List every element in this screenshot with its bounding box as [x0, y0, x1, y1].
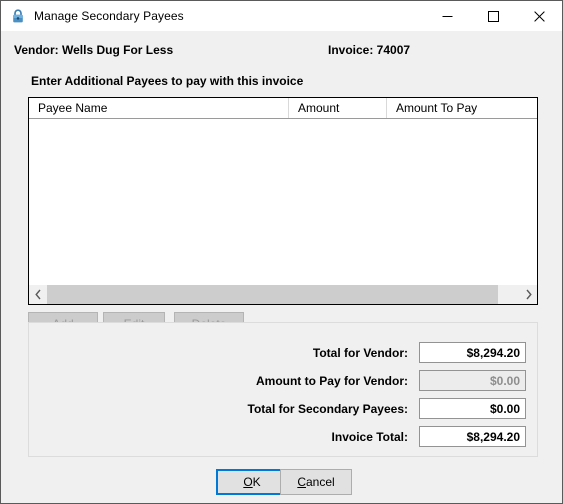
close-button[interactable]	[516, 1, 562, 31]
window-title: Manage Secondary Payees	[34, 9, 184, 23]
total-for-secondary-payees-field: $0.00	[419, 398, 526, 419]
chevron-left-icon	[34, 289, 41, 300]
scroll-left-button[interactable]	[29, 285, 47, 304]
total-row: Total for Secondary Payees: $0.00	[247, 398, 526, 419]
payees-list[interactable]: Payee Name Amount Amount To Pay	[28, 97, 538, 305]
scrollbar-thumb[interactable]	[47, 285, 498, 304]
ok-button[interactable]: OK	[216, 469, 288, 495]
horizontal-scrollbar[interactable]	[29, 285, 537, 304]
cancel-button-label: Cancel	[297, 475, 335, 489]
total-row: Amount to Pay for Vendor: $0.00	[256, 370, 526, 391]
chevron-right-icon	[525, 289, 532, 300]
totals-group: Total for Vendor: $8,294.20 Amount to Pa…	[28, 322, 538, 457]
invoice-total-field: $8,294.20	[419, 426, 526, 447]
title-bar: Manage Secondary Payees	[1, 1, 562, 31]
total-label: Invoice Total:	[331, 429, 408, 444]
client-area: Vendor: Wells Dug For Less Invoice: 7400…	[1, 31, 562, 503]
total-label: Amount to Pay for Vendor:	[255, 373, 408, 388]
minimize-button[interactable]	[424, 1, 470, 31]
column-header-amount[interactable]: Amount	[289, 98, 387, 118]
maximize-button[interactable]	[470, 1, 516, 31]
total-row: Invoice Total: $8,294.20	[332, 426, 526, 447]
column-header-label: Payee Name	[38, 101, 108, 115]
scroll-right-button[interactable]	[519, 285, 537, 304]
cancel-button[interactable]: Cancel	[280, 469, 352, 495]
close-icon	[533, 10, 545, 22]
amount-to-pay-for-vendor-field: $0.00	[419, 370, 526, 391]
column-header-payee-name[interactable]: Payee Name	[29, 98, 289, 118]
window-controls	[424, 1, 562, 31]
ok-button-label: OK	[243, 475, 261, 489]
minimize-icon	[442, 15, 452, 17]
list-body[interactable]	[29, 119, 537, 283]
vendor-label: Vendor: Wells Dug For Less	[14, 43, 174, 57]
padlock-icon	[13, 9, 23, 23]
column-header-label: Amount To Pay	[396, 101, 478, 115]
total-label: Total for Vendor:	[312, 345, 408, 360]
total-label: Total for Secondary Payees:	[247, 401, 409, 416]
list-header-row: Payee Name Amount Amount To Pay	[29, 98, 537, 119]
maximize-icon	[487, 10, 499, 22]
column-header-label: Amount	[298, 101, 340, 115]
dialog-window: Manage Secondary Payees Vendor: Wells Du…	[0, 0, 563, 504]
total-row: Total for Vendor: $8,294.20	[313, 342, 526, 363]
section-instruction-label: Enter Additional Payees to pay with this…	[31, 74, 304, 88]
invoice-label: Invoice: 74007	[328, 43, 411, 57]
total-for-vendor-field: $8,294.20	[419, 342, 526, 363]
column-header-amount-to-pay[interactable]: Amount To Pay	[387, 98, 537, 118]
scrollbar-track[interactable]	[47, 285, 519, 304]
